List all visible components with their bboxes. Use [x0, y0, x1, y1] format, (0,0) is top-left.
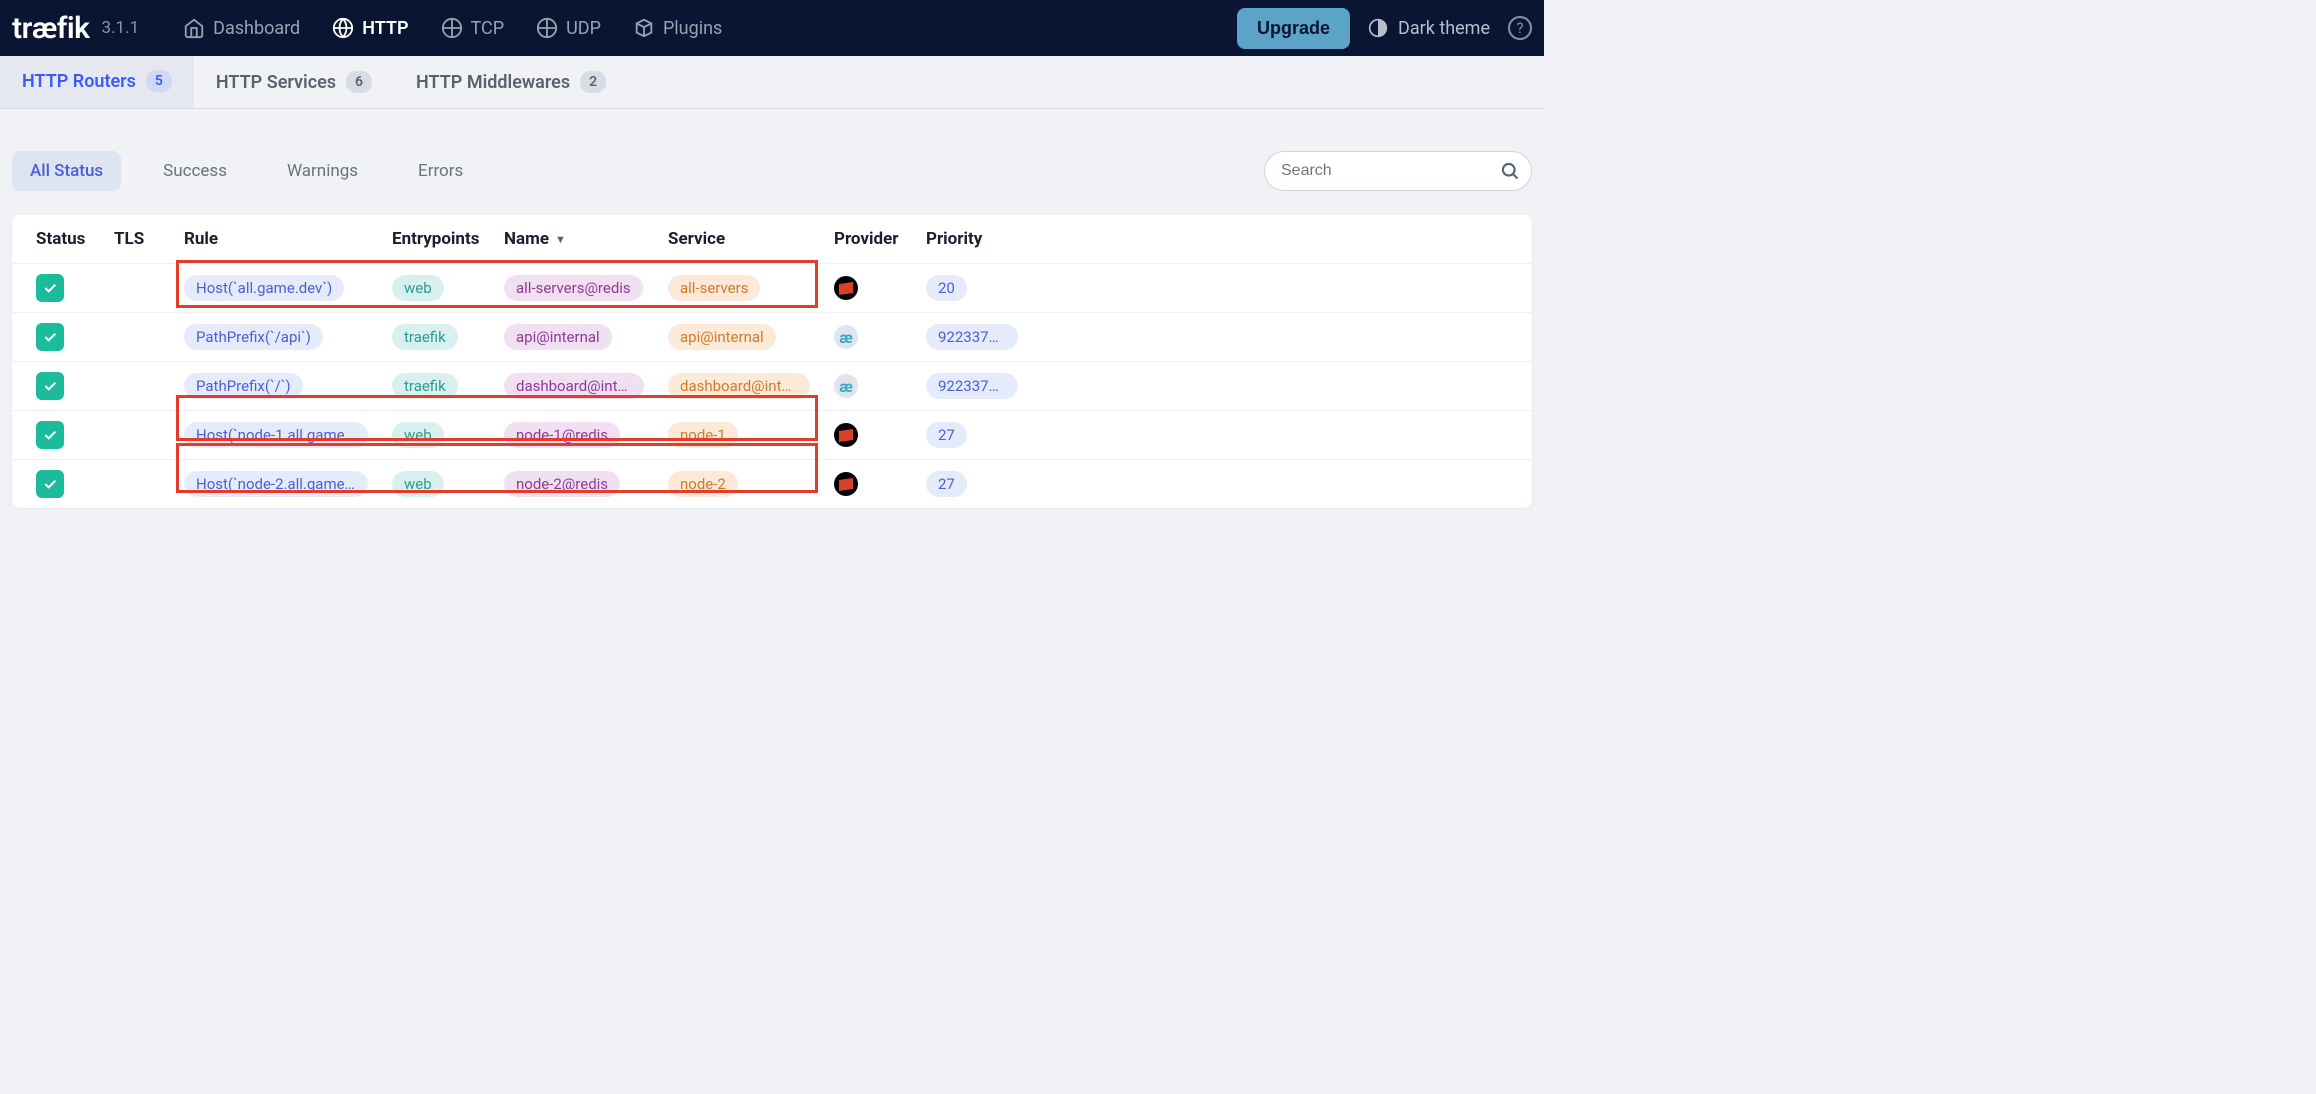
- theme-label: Dark theme: [1398, 18, 1490, 39]
- name-chip: all-servers@redis: [504, 275, 643, 301]
- col-service[interactable]: Service: [656, 229, 822, 249]
- filter-success[interactable]: Success: [145, 151, 245, 191]
- col-tls[interactable]: TLS: [102, 229, 172, 249]
- tab-http-middlewares[interactable]: HTTP Middlewares 2: [394, 56, 628, 108]
- rule-chip: PathPrefix(`/api`): [184, 324, 323, 350]
- help-icon[interactable]: ?: [1508, 16, 1532, 40]
- tab-label: HTTP Services: [216, 72, 336, 93]
- rule-chip: Host(`node-1.all.game.dev`): [184, 422, 368, 448]
- filter-bar: All Status Success Warnings Errors: [12, 151, 1532, 191]
- search-wrap: [1264, 151, 1532, 191]
- tab-count: 2: [580, 71, 606, 93]
- routers-table: Status TLS Rule Entrypoints Name ▼ Servi…: [12, 215, 1532, 508]
- col-name[interactable]: Name ▼: [492, 229, 656, 249]
- entrypoint-chip: traefik: [392, 373, 458, 399]
- internal-provider-icon: æ: [834, 374, 858, 398]
- internal-provider-icon: æ: [834, 325, 858, 349]
- name-chip: node-2@redis: [504, 471, 620, 497]
- top-nav: træfik 3.1.1 Dashboard HTTP TCP UDP Plug…: [0, 0, 1544, 56]
- col-provider[interactable]: Provider: [822, 229, 914, 249]
- tab-http-services[interactable]: HTTP Services 6: [194, 56, 394, 108]
- redis-provider-icon: [834, 423, 858, 447]
- logo: træfik: [12, 11, 90, 46]
- theme-toggle[interactable]: Dark theme: [1368, 18, 1490, 39]
- sort-caret-icon: ▼: [555, 233, 566, 246]
- service-chip: node-2: [668, 471, 738, 497]
- entrypoint-chip: web: [392, 275, 444, 301]
- status-ok-icon: [36, 372, 64, 400]
- globe-alt-icon: [536, 17, 558, 39]
- priority-chip: 27: [926, 471, 967, 497]
- status-ok-icon: [36, 274, 64, 302]
- nav-udp[interactable]: UDP: [520, 17, 617, 39]
- priority-chip: 9223372036...: [926, 324, 1018, 350]
- service-chip: api@internal: [668, 324, 776, 350]
- col-priority[interactable]: Priority: [914, 229, 1030, 249]
- tab-count: 6: [346, 71, 372, 93]
- entrypoint-chip: web: [392, 422, 444, 448]
- name-chip: node-1@redis: [504, 422, 620, 448]
- col-entrypoints[interactable]: Entrypoints: [380, 229, 492, 249]
- rule-chip: Host(`all.game.dev`): [184, 275, 344, 301]
- globe-alt-icon: [441, 17, 463, 39]
- tab-count: 5: [146, 70, 172, 92]
- nav-label: UDP: [566, 18, 601, 39]
- contrast-icon: [1368, 18, 1388, 38]
- nav-label: HTTP: [362, 18, 408, 39]
- nav-tcp[interactable]: TCP: [425, 17, 521, 39]
- version-label: 3.1.1: [102, 18, 140, 38]
- table-row[interactable]: Host(`all.game.dev`) web all-servers@redis…: [12, 264, 1532, 313]
- status-ok-icon: [36, 323, 64, 351]
- nav-label: Plugins: [663, 18, 722, 39]
- nav-http[interactable]: HTTP: [316, 17, 424, 39]
- nav-dashboard[interactable]: Dashboard: [167, 17, 316, 39]
- name-chip: api@internal: [504, 324, 612, 350]
- filter-errors[interactable]: Errors: [400, 151, 481, 191]
- service-chip: all-servers: [668, 275, 760, 301]
- priority-chip: 20: [926, 275, 967, 301]
- table-row[interactable]: PathPrefix(`/api`) traefik api@internal api…: [12, 313, 1532, 362]
- upgrade-button[interactable]: Upgrade: [1237, 8, 1350, 49]
- service-chip: node-1: [668, 422, 738, 448]
- tab-label: HTTP Middlewares: [416, 72, 570, 93]
- table-row[interactable]: PathPrefix(`/`) traefik dashboard@internal…: [12, 362, 1532, 411]
- status-ok-icon: [36, 470, 64, 498]
- search-input[interactable]: [1264, 151, 1532, 191]
- globe-icon: [332, 17, 354, 39]
- nav-label: TCP: [471, 18, 505, 39]
- service-chip: dashboard@internal: [668, 373, 810, 399]
- nav-plugins[interactable]: Plugins: [617, 17, 738, 39]
- col-rule[interactable]: Rule: [172, 229, 380, 249]
- name-chip: dashboard@internal: [504, 373, 644, 399]
- filter-all-status[interactable]: All Status: [12, 151, 121, 191]
- home-icon: [183, 17, 205, 39]
- priority-chip: 9223372036...: [926, 373, 1018, 399]
- col-name-label: Name: [504, 229, 549, 249]
- col-status[interactable]: Status: [12, 229, 102, 249]
- table-row[interactable]: Host(`node-2.all.game.dev`) web node-2@red…: [12, 460, 1532, 508]
- entrypoint-chip: traefik: [392, 324, 458, 350]
- table-row[interactable]: Host(`node-1.all.game.dev`) web node-1@red…: [12, 411, 1532, 460]
- tab-http-routers[interactable]: HTTP Routers 5: [0, 56, 194, 108]
- filter-warnings[interactable]: Warnings: [269, 151, 376, 191]
- content-area: All Status Success Warnings Errors Statu…: [0, 109, 1544, 520]
- entrypoint-chip: web: [392, 471, 444, 497]
- plugin-icon: [633, 17, 655, 39]
- tab-label: HTTP Routers: [22, 71, 136, 92]
- redis-provider-icon: [834, 276, 858, 300]
- rule-chip: PathPrefix(`/`): [184, 373, 303, 399]
- nav-label: Dashboard: [213, 18, 300, 39]
- table-header: Status TLS Rule Entrypoints Name ▼ Servi…: [12, 215, 1532, 264]
- redis-provider-icon: [834, 472, 858, 496]
- subtabs: HTTP Routers 5 HTTP Services 6 HTTP Midd…: [0, 56, 1544, 109]
- priority-chip: 27: [926, 422, 967, 448]
- status-ok-icon: [36, 421, 64, 449]
- rule-chip: Host(`node-2.all.game.dev`): [184, 471, 368, 497]
